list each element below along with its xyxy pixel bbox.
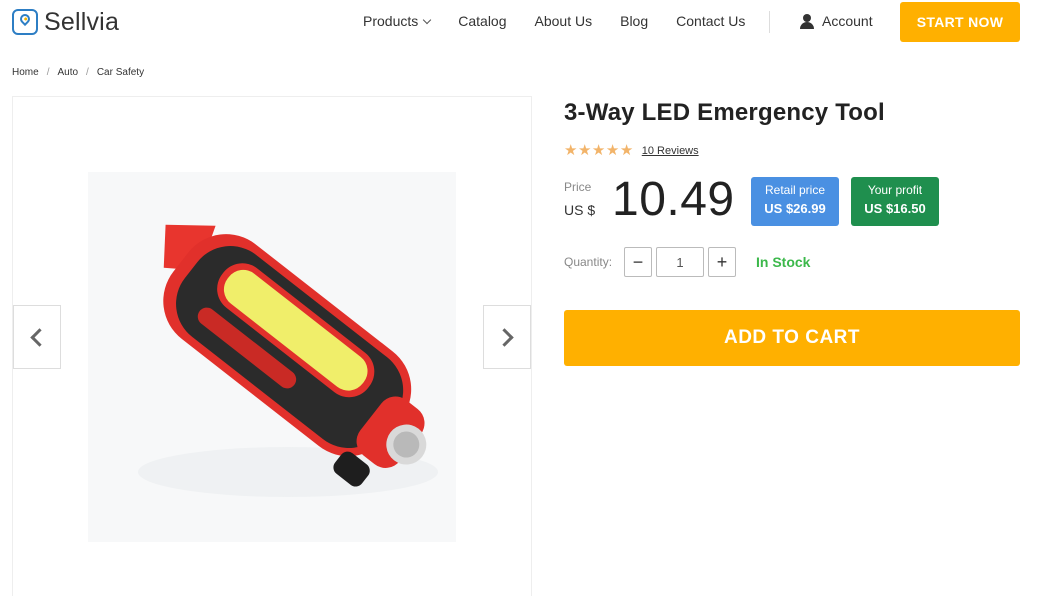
breadcrumb-auto[interactable]: Auto [57, 67, 78, 78]
nav-products[interactable]: Products [363, 13, 432, 29]
site-header: Sellvia Products Catalog About Us Blog C… [0, 0, 1040, 44]
user-icon [800, 13, 814, 29]
profit-badge: Your profit US $16.50 [851, 177, 939, 226]
price-currency: US $ [564, 202, 596, 218]
chevron-right-icon [495, 327, 514, 347]
reviews-link[interactable]: 10 Reviews [642, 145, 699, 157]
nav-catalog[interactable]: Catalog [458, 13, 506, 29]
start-now-button[interactable]: START NOW [900, 2, 1020, 42]
star-rating: ★ ★ ★ ★ ★ [564, 143, 634, 158]
stock-status: In Stock [756, 254, 811, 270]
breadcrumb: Home / Auto / Car Safety [12, 67, 144, 78]
plus-icon: + [716, 251, 728, 272]
account-link[interactable]: Account [800, 13, 873, 29]
chevron-left-icon [30, 327, 49, 347]
nav-blog[interactable]: Blog [620, 13, 648, 29]
sellvia-logo[interactable]: Sellvia [12, 8, 119, 36]
star-icon: ★ [591, 142, 606, 159]
nav-divider [769, 11, 770, 33]
logo-icon [12, 9, 38, 35]
profit-value: US $16.50 [864, 201, 926, 216]
profit-label: Your profit [867, 183, 923, 197]
nav-about-us[interactable]: About Us [535, 13, 593, 29]
star-icon: ★ [605, 142, 620, 159]
quantity-label: Quantity: [564, 255, 613, 269]
account-label: Account [822, 13, 873, 29]
breadcrumb-home[interactable]: Home [12, 67, 39, 78]
chevron-down-icon [423, 15, 432, 24]
star-icon: ★ [577, 142, 592, 159]
nav-contact-us[interactable]: Contact Us [676, 13, 745, 29]
breadcrumb-separator: / [46, 67, 50, 78]
nav-products-label: Products [363, 13, 419, 29]
retail-price-value: US $26.99 [764, 201, 826, 216]
retail-price-label: Retail price [764, 183, 826, 197]
minus-icon: − [632, 251, 644, 272]
quantity-input[interactable] [656, 247, 704, 277]
product-image [88, 172, 456, 542]
product-title: 3-Way LED Emergency Tool [564, 99, 885, 126]
star-icon: ★ [564, 142, 578, 159]
price-label: Price [564, 180, 592, 194]
star-icon: ★ [619, 142, 634, 159]
price-amount: 10.49 [612, 173, 735, 226]
breadcrumb-separator: / [86, 67, 89, 78]
gallery-next-button[interactable] [483, 305, 531, 369]
retail-price-badge: Retail price US $26.99 [751, 177, 839, 226]
gallery-prev-button[interactable] [13, 305, 61, 369]
logo-text: Sellvia [44, 7, 120, 36]
product-rating: ★ ★ ★ ★ ★ 10 Reviews [564, 143, 699, 158]
quantity-increase-button[interactable]: + [708, 247, 736, 277]
add-to-cart-button[interactable]: ADD TO CART [564, 310, 1020, 366]
main-nav: Products Catalog About Us Blog Contact U… [363, 13, 773, 29]
breadcrumb-car-safety[interactable]: Car Safety [97, 67, 144, 78]
quantity-decrease-button[interactable]: − [624, 247, 652, 277]
